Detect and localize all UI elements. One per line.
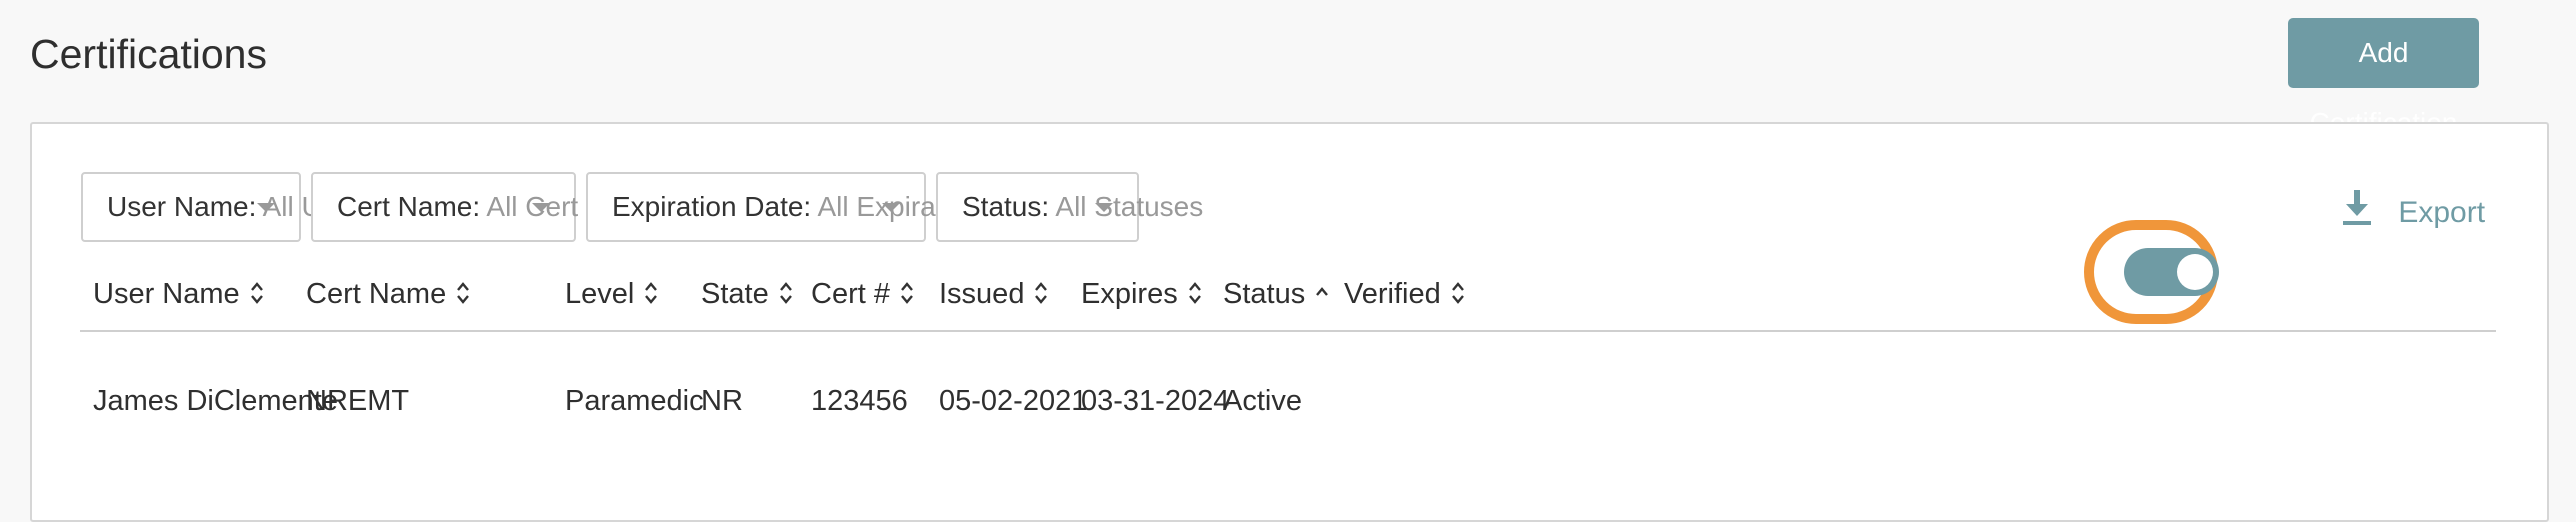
column-header-label: Expires [1081,278,1178,310]
toggle-knob [2177,254,2213,290]
cell-state: NR [701,385,743,417]
filter-label: Status: [962,191,1050,222]
cell-cert-name: NREMT [306,385,410,417]
cell-cert-number: 123456 [811,385,908,417]
column-header-cert-number[interactable]: Cert # [811,276,914,314]
chevron-down-icon [257,203,275,212]
add-certification-button[interactable]: Add Certification [2288,18,2479,138]
cell-level: Paramedic [565,385,704,417]
verified-toggle[interactable] [2124,248,2219,296]
column-header-expires[interactable]: Expires [1081,276,1202,314]
column-header-label: Issued [939,278,1025,310]
cell-issued: 05-02-2021 [939,385,1088,417]
sort-both-icon [456,278,470,314]
filter-value: All Statuses [1055,191,1204,222]
page-title: Certifications [30,31,267,77]
filter-label: User Name: [107,191,257,222]
sort-both-icon [900,278,914,314]
filter-label: Cert Name: [337,191,481,222]
export-label: Export [2398,196,2486,229]
sort-both-icon [779,278,793,314]
cell-expires: 03-31-2024 [1081,385,1230,417]
sort-both-icon [250,278,264,314]
column-header-user-name[interactable]: User Name [93,276,264,314]
column-header-label: Verified [1344,278,1441,310]
filter-status[interactable]: Status: All Statuses [936,172,1203,242]
table-header-divider [80,330,2496,332]
chevron-down-icon [532,203,550,212]
chevron-down-icon [1095,203,1113,212]
column-header-issued[interactable]: Issued [939,276,1048,314]
column-header-label: User Name [93,278,240,310]
column-header-verified[interactable]: Verified [1344,276,1465,314]
cell-status: Active [1223,385,1302,417]
sort-both-icon [644,278,658,314]
filter-expiration-date[interactable]: Expiration Date: All Expiration Dates [586,172,1062,242]
column-header-level[interactable]: Level [565,276,658,314]
filter-label: Expiration Date: [612,191,812,222]
column-header-label: Cert # [811,278,890,310]
column-header-cert-name[interactable]: Cert Name [306,276,470,314]
export-button[interactable]: Export [2342,190,2485,231]
column-header-label: Cert Name [306,278,447,310]
filter-cert-name[interactable]: Cert Name: All Cert Names [311,172,675,242]
chevron-down-icon [882,203,900,212]
cell-user-name: James DiClemente [93,385,338,417]
column-header-label: Level [565,278,635,310]
filter-user-name[interactable]: User Name: All Users [81,172,375,242]
column-header-label: State [701,278,769,310]
sort-both-icon [1034,278,1048,314]
column-header-status[interactable]: Status [1223,276,1329,314]
sort-both-icon [1451,278,1465,314]
column-header-state[interactable]: State [701,276,793,314]
sort-both-icon [1188,278,1202,314]
sort-ascending-icon [1315,278,1329,314]
download-icon [2342,190,2398,229]
column-header-label: Status [1223,278,1306,310]
